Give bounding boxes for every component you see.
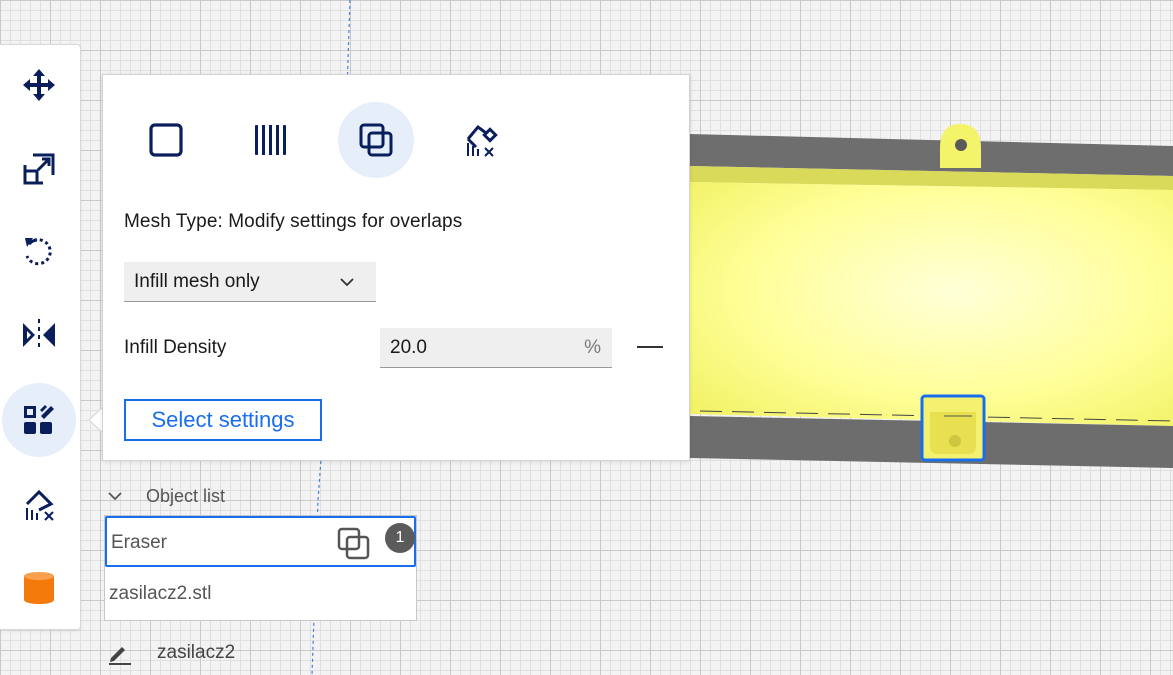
- move-icon: [23, 69, 55, 101]
- square-outline-icon: [149, 123, 183, 157]
- support-blocker-icon: [466, 124, 498, 157]
- infill-density-value: 20.0: [390, 337, 427, 358]
- object-name: Eraser: [111, 532, 167, 553]
- scale-tool-button[interactable]: [2, 132, 76, 206]
- rotate-icon: [25, 238, 52, 266]
- model-surface: [690, 182, 1173, 426]
- support-blocker-icon: [25, 489, 54, 521]
- tool-sidebar: [0, 44, 81, 630]
- infill-mesh-dropdown[interactable]: Infill mesh only: [124, 262, 376, 302]
- job-name-row: zasilacz2: [104, 638, 404, 668]
- support-blocker-tool-button[interactable]: [2, 467, 76, 541]
- object-list-item-zasilacz2[interactable]: zasilacz2.stl: [105, 569, 416, 620]
- per-model-settings-icon: [24, 405, 54, 434]
- per-model-settings-tool-button[interactable]: [2, 383, 76, 457]
- infill-density-label: Infill Density: [124, 337, 227, 358]
- chevron-down-icon: [340, 278, 354, 287]
- scale-icon: [23, 153, 55, 185]
- overlap-squares-icon: [337, 527, 370, 560]
- infill-density-input[interactable]: 20.0 %: [380, 328, 612, 368]
- pencil-icon[interactable]: [107, 641, 131, 665]
- spool-icon: [24, 572, 54, 604]
- material-spool-button[interactable]: [2, 550, 76, 624]
- vertical-bars-icon: [255, 125, 286, 155]
- panel-pointer: [89, 407, 103, 433]
- remove-setting-button[interactable]: [637, 337, 665, 357]
- infill-density-unit: %: [584, 337, 601, 358]
- chevron-down-icon: [108, 492, 122, 501]
- mesh-type-label: Mesh Type: Modify settings for overlaps: [124, 211, 463, 232]
- object-list-title: Object list: [146, 485, 226, 506]
- overlap-squares-icon: [359, 123, 393, 157]
- infill-mesh-dropdown-value: Infill mesh only: [134, 270, 260, 292]
- mesh-type-support-button[interactable]: [233, 102, 309, 178]
- object-list: Eraser 1 zasilacz2.stl: [104, 515, 417, 621]
- object-list-item-eraser[interactable]: Eraser 1: [105, 516, 416, 567]
- move-tool-button[interactable]: [2, 48, 76, 122]
- mesh-type-modify-overlaps-button[interactable]: [338, 102, 414, 178]
- mesh-type-support-blocker-button[interactable]: [443, 102, 519, 178]
- mirror-tool-button[interactable]: [2, 298, 76, 372]
- select-settings-button[interactable]: Select settings: [124, 399, 322, 441]
- rotate-tool-button[interactable]: [2, 215, 76, 289]
- object-list-toggle[interactable]: Object list: [104, 482, 324, 510]
- object-name: zasilacz2.stl: [109, 583, 212, 604]
- job-name: zasilacz2: [157, 642, 236, 663]
- mirror-icon: [23, 319, 55, 347]
- extruder-badge: 1: [385, 523, 415, 553]
- mesh-type-normal-button[interactable]: [128, 102, 204, 178]
- per-model-settings-panel: Mesh Type: Modify settings for overlaps …: [102, 74, 690, 461]
